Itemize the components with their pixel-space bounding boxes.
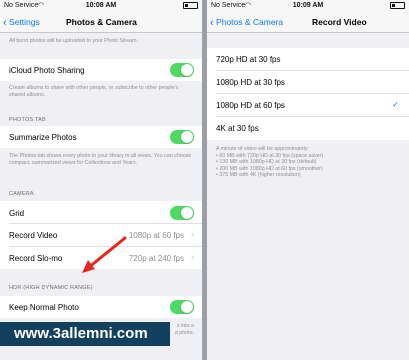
annotation-arrow-icon xyxy=(82,236,127,273)
watermark-banner: www.3allemni.com xyxy=(0,322,170,346)
